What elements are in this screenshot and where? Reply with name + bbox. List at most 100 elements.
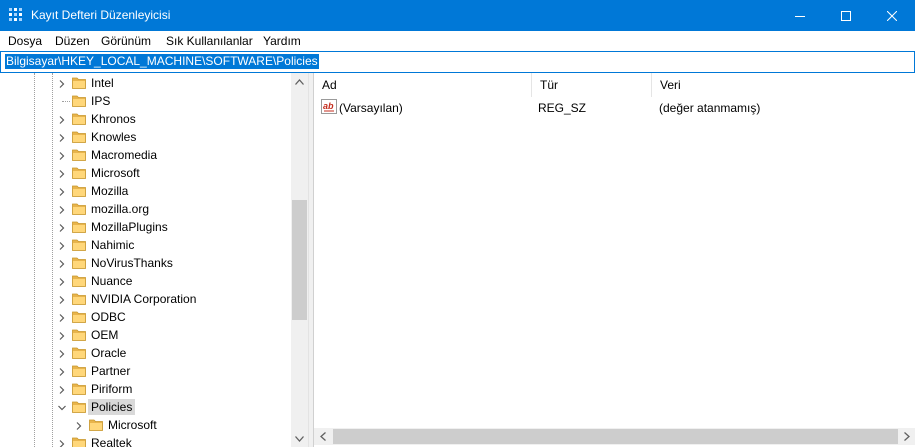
menu-file[interactable]: Dosya — [8, 34, 42, 48]
chevron-right-icon[interactable] — [57, 348, 67, 358]
chevron-right-icon[interactable] — [57, 366, 67, 376]
key-tree[interactable]: Intel IPS Khronos Knowles Macromedia Microsof… — [0, 73, 309, 447]
tree-item-label[interactable]: Realtek — [88, 435, 135, 447]
tree-item-label[interactable]: NVIDIA Corporation — [88, 291, 199, 307]
tree-item[interactable]: NVIDIA Corporation — [0, 290, 291, 308]
minimize-button[interactable] — [777, 0, 823, 31]
folder-icon — [72, 400, 86, 413]
chevron-right-icon[interactable] — [57, 384, 67, 394]
chevron-down-icon[interactable] — [57, 402, 67, 412]
folder-icon — [72, 76, 86, 89]
tree-item[interactable]: Microsoft — [0, 416, 291, 434]
tree-item-label[interactable]: NoVirusThanks — [88, 255, 176, 271]
close-button[interactable] — [869, 0, 915, 31]
tree-item[interactable]: Policies — [0, 398, 291, 416]
address-path-text[interactable]: Bilgisayar\HKEY_LOCAL_MACHINE\SOFTWARE\P… — [5, 54, 319, 69]
minimize-icon — [795, 15, 805, 17]
column-header-data[interactable]: Veri — [652, 73, 914, 97]
menu-favorites[interactable]: Sık Kullanılanlar — [166, 34, 253, 48]
list-horizontal-scrollbar[interactable] — [314, 428, 915, 445]
tree-item-label[interactable]: MozillaPlugins — [88, 219, 171, 235]
chevron-right-icon[interactable] — [57, 132, 67, 142]
scroll-left-button[interactable] — [314, 428, 331, 445]
tree-item[interactable]: Nuance — [0, 272, 291, 290]
chevron-right-icon[interactable] — [57, 168, 67, 178]
chevron-right-icon[interactable] — [57, 276, 67, 286]
folder-icon — [72, 274, 86, 287]
chevron-right-icon[interactable] — [57, 240, 67, 250]
value-type: REG_SZ — [538, 101, 587, 115]
tree-item[interactable]: Mozilla — [0, 182, 291, 200]
tree-item[interactable]: Microsoft — [0, 164, 291, 182]
tree-item-label[interactable]: Policies — [88, 399, 136, 415]
chevron-right-icon[interactable] — [57, 258, 67, 268]
tree-item[interactable]: Oracle — [0, 344, 291, 362]
tree-item[interactable]: Realtek — [0, 434, 291, 447]
tree-item-label[interactable]: Piriform — [88, 381, 135, 397]
chevron-right-icon[interactable] — [74, 420, 84, 430]
tree-item-label[interactable]: Intel — [88, 75, 117, 91]
folder-icon — [72, 112, 86, 125]
chevron-right-icon[interactable] — [57, 222, 67, 232]
tree-connector — [62, 101, 70, 102]
tree-item[interactable]: NoVirusThanks — [0, 254, 291, 272]
folder-icon — [72, 310, 86, 323]
folder-icon — [72, 94, 86, 107]
folder-icon — [72, 166, 86, 179]
chevron-right-icon[interactable] — [57, 114, 67, 124]
tree-item-label[interactable]: IPS — [88, 93, 113, 109]
tree-item[interactable]: mozilla.org — [0, 200, 291, 218]
chevron-right-icon[interactable] — [57, 312, 67, 322]
values-list[interactable]: Ad Tür Veri ab (Varsayılan) REG_SZ (değe… — [313, 73, 915, 447]
maximize-icon — [841, 10, 851, 21]
tree-item-label[interactable]: Macromedia — [88, 147, 160, 163]
chevron-right-icon[interactable] — [57, 294, 67, 304]
tree-item[interactable]: ODBC — [0, 308, 291, 326]
chevron-right-icon[interactable] — [57, 330, 67, 340]
tree-vertical-scrollbar[interactable] — [291, 73, 308, 447]
menu-edit[interactable]: Düzen — [55, 34, 90, 48]
tree-item[interactable]: OEM — [0, 326, 291, 344]
tree-item-label[interactable]: Nuance — [88, 273, 135, 289]
column-header-name[interactable]: Ad — [314, 73, 532, 97]
tree-item-label[interactable]: mozilla.org — [88, 201, 152, 217]
tree-item-label[interactable]: Knowles — [88, 129, 139, 145]
tree-item-label[interactable]: Microsoft — [88, 165, 143, 181]
tree-item[interactable]: Knowles — [0, 128, 291, 146]
scroll-right-button[interactable] — [898, 428, 915, 445]
tree-item-label[interactable]: OEM — [88, 327, 121, 343]
address-bar[interactable]: Bilgisayar\HKEY_LOCAL_MACHINE\SOFTWARE\P… — [0, 51, 915, 73]
tree-item-label[interactable]: Khronos — [88, 111, 139, 127]
tree-item[interactable]: Nahimic — [0, 236, 291, 254]
value-data: (değer atanmamış) — [659, 101, 761, 115]
chevron-right-icon[interactable] — [57, 438, 67, 447]
column-header-type[interactable]: Tür — [532, 73, 652, 97]
registry-editor-icon — [9, 8, 23, 22]
tree-item[interactable]: Macromedia — [0, 146, 291, 164]
tree-item-label[interactable]: Mozilla — [88, 183, 131, 199]
tree-item-label[interactable]: Oracle — [88, 345, 129, 361]
tree-item-label[interactable]: Nahimic — [88, 237, 137, 253]
tree-item[interactable]: Piriform — [0, 380, 291, 398]
scroll-thumb[interactable] — [333, 429, 898, 444]
chevron-right-icon[interactable] — [57, 78, 67, 88]
tree-item-label[interactable]: ODBC — [88, 309, 129, 325]
menu-view[interactable]: Görünüm — [101, 34, 151, 48]
folder-icon — [72, 184, 86, 197]
scroll-down-button[interactable] — [291, 430, 308, 447]
chevron-right-icon[interactable] — [57, 186, 67, 196]
menu-help[interactable]: Yardım — [263, 34, 301, 48]
scroll-thumb[interactable] — [292, 200, 307, 320]
chevron-right-icon[interactable] — [57, 150, 67, 160]
tree-item-label[interactable]: Microsoft — [105, 417, 160, 433]
tree-item[interactable]: IPS — [0, 92, 291, 110]
tree-item-label[interactable]: Partner — [88, 363, 133, 379]
tree-item[interactable]: Khronos — [0, 110, 291, 128]
tree-item[interactable]: Intel — [0, 74, 291, 92]
value-row[interactable]: ab (Varsayılan) REG_SZ (değer atanmamış) — [314, 98, 914, 116]
scroll-up-button[interactable] — [291, 73, 308, 90]
chevron-right-icon[interactable] — [57, 204, 67, 214]
tree-item[interactable]: Partner — [0, 362, 291, 380]
maximize-button[interactable] — [823, 0, 869, 31]
tree-item[interactable]: MozillaPlugins — [0, 218, 291, 236]
